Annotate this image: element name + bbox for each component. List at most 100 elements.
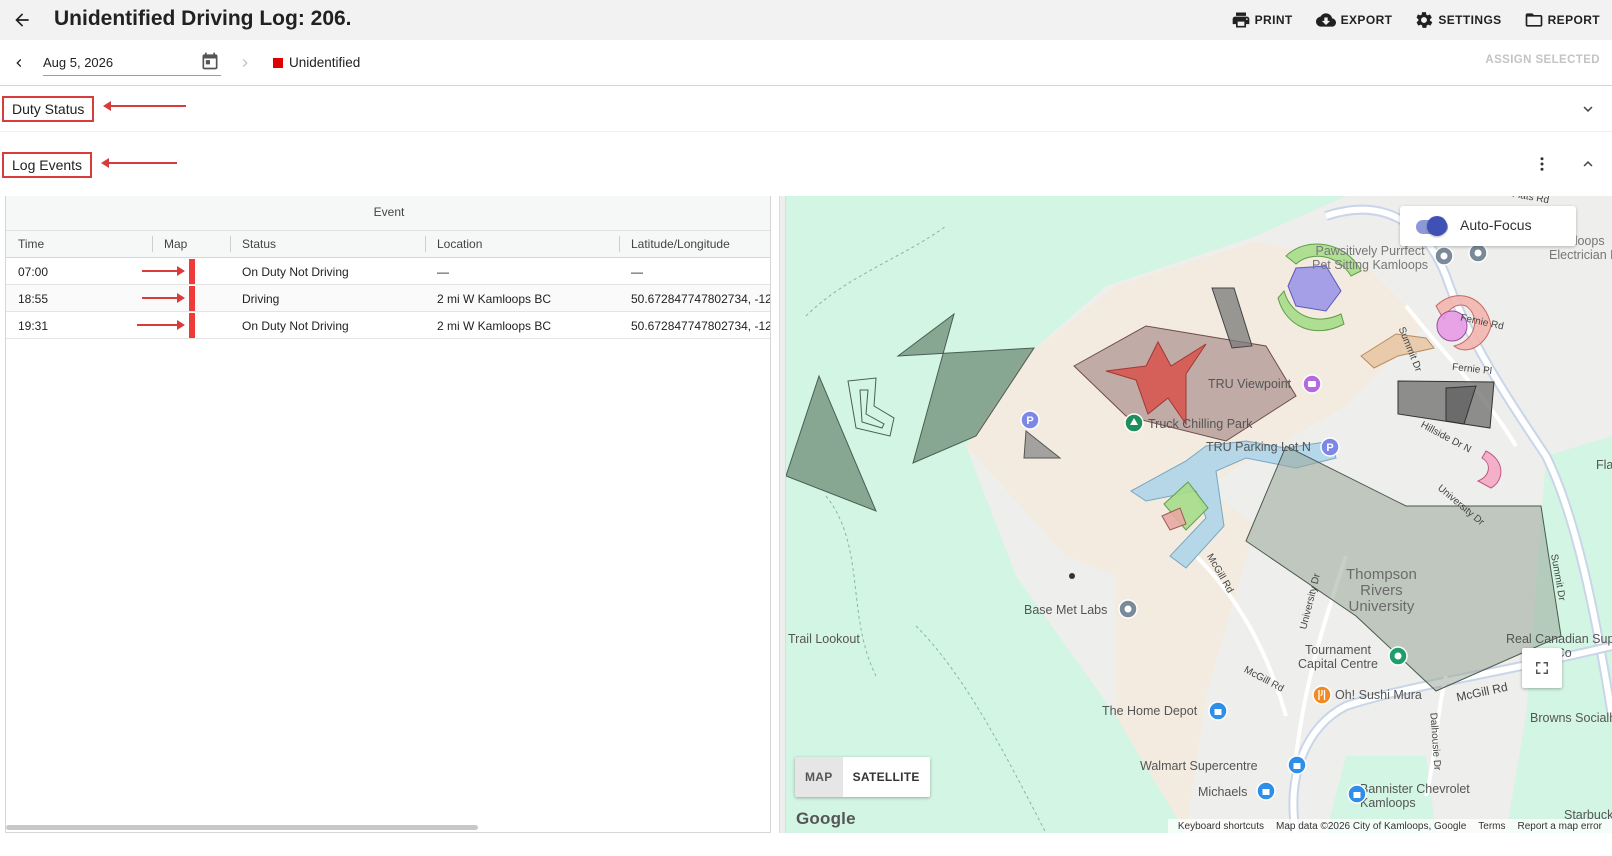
shopping-icon[interactable] [1347, 784, 1367, 804]
calendar-button[interactable] [200, 51, 220, 76]
annotation-arrow [101, 158, 177, 168]
map-place-label[interactable]: Thompson Rivers University [1346, 567, 1417, 615]
date-input[interactable]: Aug 5, 2026 [43, 52, 221, 76]
map-marker-bar[interactable] [189, 313, 195, 338]
park-icon[interactable] [1124, 413, 1144, 433]
horizontal-scrollbar[interactable] [6, 825, 478, 830]
column-divider[interactable] [425, 236, 426, 252]
table-row[interactable]: 07:00 On Duty Not Driving — — [6, 258, 770, 285]
chevron-down-icon [1583, 106, 1593, 112]
next-day-button[interactable] [234, 52, 256, 74]
place-pin-icon[interactable] [1434, 246, 1454, 266]
export-button[interactable]: EXPORT [1307, 5, 1401, 35]
column-header-map[interactable]: Map [164, 237, 187, 251]
column-header-time[interactable]: Time [18, 237, 44, 251]
chevron-left-icon [16, 59, 22, 67]
place-michaels: Michaels [1198, 785, 1248, 799]
assign-selected-button[interactable]: ASSIGN SELECTED [1485, 54, 1600, 66]
map-type-satellite-button[interactable]: SATELLITE [842, 757, 930, 797]
map-attribution: Keyboard shortcuts Map data ©2026 City o… [1167, 819, 1612, 833]
map-marker-bar[interactable] [189, 259, 195, 284]
map-place-label[interactable]: Bannister Chevrolet Kamloops [1360, 782, 1470, 810]
restaurant-icon[interactable] [1312, 685, 1332, 705]
settings-label: SETTINGS [1438, 13, 1502, 27]
map-type-map-button[interactable]: MAP [795, 757, 843, 797]
table-row[interactable]: 19:31 On Duty Not Driving 2 mi W Kamloop… [6, 312, 770, 339]
map-place-label[interactable]: Truck Chilling Park [1148, 417, 1252, 431]
map-data-text: Map data ©2026 City of Kamloops, Google [1276, 820, 1467, 832]
cell-time: 18:55 [18, 292, 49, 306]
table-group-header: Event [6, 196, 770, 231]
chevron-up-icon [1583, 161, 1593, 167]
google-logo: Google [796, 809, 856, 828]
shopping-icon[interactable] [1208, 701, 1228, 721]
cell-status: Driving [242, 292, 280, 306]
column-header-status[interactable]: Status [242, 237, 276, 251]
parking-icon[interactable]: P [1320, 437, 1340, 457]
map-canvas[interactable] [786, 196, 1612, 833]
map-place-label[interactable]: Oh! Sushi Mura [1335, 688, 1422, 702]
map-marker-bar[interactable] [189, 286, 195, 311]
map-place-label[interactable]: Trail Lookout [788, 632, 860, 646]
map-place-label[interactable]: Base Met Labs [1024, 603, 1107, 617]
column-header-location[interactable]: Location [437, 237, 482, 251]
log-events-collapse-button[interactable] [1576, 152, 1600, 176]
shopping-icon[interactable] [1287, 755, 1307, 775]
column-header-latlng[interactable]: Latitude/Longitude [631, 237, 730, 251]
map-place-label[interactable]: TRU Parking Lot N [1206, 440, 1311, 454]
print-label: PRINT [1254, 13, 1293, 27]
previous-day-button[interactable] [8, 52, 30, 74]
svg-text:P: P [1326, 442, 1333, 454]
place-pin-icon[interactable] [1388, 646, 1408, 666]
camera-icon[interactable] [1302, 374, 1322, 394]
map-place-label[interactable]: Walmart Supercentre [1140, 759, 1258, 773]
parking-icon[interactable]: P [1020, 410, 1040, 430]
cell-location: 2 mi W Kamloops BC [437, 319, 552, 333]
fullscreen-button[interactable] [1522, 648, 1562, 688]
print-button[interactable]: PRINT [1223, 5, 1301, 35]
map-type-control: MAP SATELLITE [795, 757, 930, 797]
auto-focus-toggle-knob[interactable] [1427, 216, 1447, 236]
keyboard-shortcuts-link[interactable]: Keyboard shortcuts [1178, 821, 1264, 832]
table-row[interactable]: 18:55 Driving 2 mi W Kamloops BC 50.6728… [6, 285, 770, 312]
shopping-icon[interactable] [1256, 781, 1276, 801]
report-button[interactable]: REPORT [1516, 5, 1608, 35]
map-place-label[interactable]: Fla [1596, 458, 1612, 472]
map-place-label[interactable]: Michaels [1198, 785, 1247, 799]
duty-status-title[interactable]: Duty Status [2, 96, 95, 122]
cloud-download-icon [1315, 13, 1336, 27]
log-events-section: Log Events [0, 132, 1612, 196]
place-bannister: Bannister Chevrolet Kamloops [1360, 782, 1470, 810]
annotation-arrow [142, 266, 185, 276]
log-events-title[interactable]: Log Events [2, 152, 93, 178]
place-parking: TRU Parking Lot N [1206, 440, 1311, 454]
status-legend: Unidentified [273, 55, 360, 70]
column-divider[interactable] [230, 236, 231, 252]
more-vertical-icon [1540, 157, 1544, 171]
map-place-label[interactable]: Pawsitively Purrfect Pet Sitting Kamloop… [1312, 244, 1428, 272]
settings-button[interactable]: SETTINGS [1406, 5, 1509, 35]
map-place-label[interactable]: Tournament Capital Centre [1298, 643, 1378, 671]
app-bar: Unidentified Driving Log: 206. PRINT EXP… [0, 0, 1612, 40]
log-events-table: Event Time Map Status Location Latitude/… [5, 196, 771, 833]
map-view[interactable]: Pawsitively Purrfect Pet Sitting Kamloop… [786, 196, 1612, 833]
map-place-label[interactable]: TRU Viewpoint [1208, 377, 1291, 391]
auto-focus-control: Auto-Focus [1400, 206, 1576, 246]
map-place-label[interactable]: Browns Socialh [1530, 711, 1612, 725]
map-place-label[interactable]: The Home Depot [1102, 704, 1197, 718]
date-toolbar: Aug 5, 2026 Unidentified ASSIGN SELECTED [0, 40, 1612, 86]
place-university: Thompson Rivers University [1346, 566, 1417, 615]
place-sushi: Oh! Sushi Mura [1335, 688, 1422, 702]
place-pin-icon[interactable] [1468, 243, 1488, 263]
svg-text:P: P [1026, 415, 1033, 427]
cell-time: 07:00 [18, 265, 49, 279]
duty-status-expand-button[interactable] [1576, 97, 1600, 121]
column-divider[interactable] [619, 236, 620, 252]
terms-link[interactable]: Terms [1478, 821, 1505, 832]
panel-resize-handle[interactable] [779, 196, 786, 833]
back-button[interactable] [8, 6, 36, 34]
log-events-menu-button[interactable] [1530, 152, 1554, 176]
place-pin-icon[interactable] [1118, 599, 1138, 619]
report-map-error-link[interactable]: Report a map error [1518, 821, 1602, 832]
column-divider[interactable] [152, 236, 153, 252]
